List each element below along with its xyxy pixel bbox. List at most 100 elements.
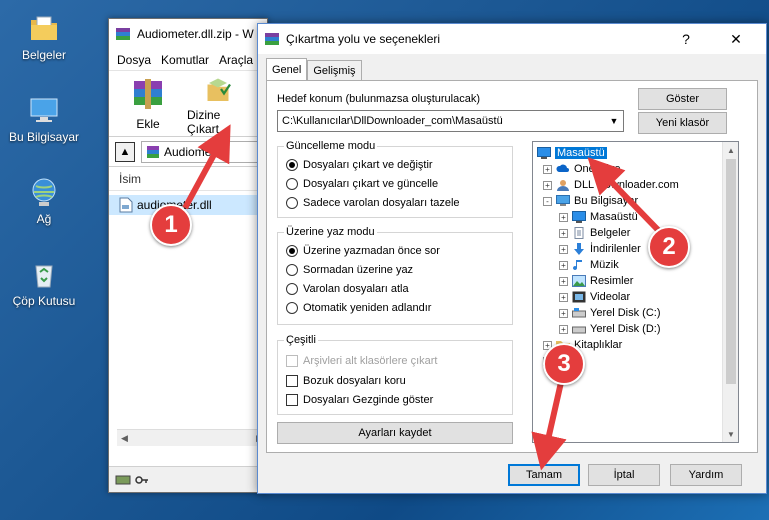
tree-node-music[interactable]: + Müzik [559, 257, 619, 273]
tree-node-dll-downloader[interactable]: + DLL Downloader.com [543, 177, 679, 193]
destination-path-combobox[interactable]: C:\Kullanıcılar\DllDownloader_com\Masaüs… [277, 110, 624, 132]
tree-node-label: Belgeler [590, 227, 631, 239]
key-status-icon [135, 475, 148, 484]
new-folder-button[interactable]: Yeni klasör [638, 112, 727, 134]
extract-to-icon [207, 78, 231, 101]
collapse-icon[interactable]: - [543, 196, 552, 206]
expand-icon[interactable]: + [559, 228, 568, 238]
help-title-button[interactable]: ? [666, 24, 706, 54]
tree-node-local-disk-c[interactable]: + Yerel Disk (C:) [559, 305, 661, 321]
videos-icon [572, 291, 586, 303]
tree-node-desktop[interactable]: + Masaüstü [559, 209, 638, 225]
radio-button[interactable] [286, 178, 298, 190]
step-marker-2: 2 [648, 226, 690, 268]
tree-node-onedrive[interactable]: + OneDrive [543, 161, 620, 177]
radio-freshen-existing[interactable]: Sadece varolan dosyaları tazele [286, 197, 460, 209]
checkbox-keep-broken-files[interactable]: Bozuk dosyaları koru [286, 375, 406, 387]
checkbox[interactable] [286, 394, 298, 406]
expand-icon[interactable]: + [559, 292, 568, 302]
dialog-title: Çıkartma yolu ve seçenekleri [286, 32, 441, 46]
radio-button[interactable] [286, 283, 298, 295]
documents-folder-icon [31, 16, 57, 40]
expand-icon[interactable]: + [559, 276, 568, 286]
radio-button[interactable] [286, 302, 298, 314]
help-icon: ? [682, 31, 690, 47]
expand-icon[interactable]: + [559, 260, 568, 270]
save-settings-button[interactable]: Ayarları kaydet [277, 422, 513, 444]
scroll-up-icon[interactable]: ▲ [723, 142, 738, 158]
up-arrow-icon: ▲ [119, 145, 131, 158]
new-folder-button-label: Yeni klasör [655, 117, 710, 129]
desktop-icon-this-pc[interactable]: Bu Bilgisayar [4, 94, 84, 144]
add-button[interactable]: Ekle [117, 77, 179, 136]
menu-item-commands[interactable]: Komutlar [161, 53, 209, 67]
menu-item-tools[interactable]: Araçla [219, 53, 253, 67]
folder-tree[interactable]: Masaüstü + OneDrive + DLL Downloader.com… [532, 141, 739, 443]
column-header-name[interactable]: İsim [109, 167, 267, 191]
tree-node-this-pc[interactable]: - Bu Bilgisayar [543, 193, 638, 209]
radio-rename-automatically[interactable]: Otomatik yeniden adlandır [286, 302, 431, 314]
step-marker-number: 3 [557, 350, 571, 377]
desktop-icon [537, 147, 551, 159]
option-label: Dosyaları Gezginde göster [303, 394, 434, 406]
tree-node-documents[interactable]: + Belgeler [559, 225, 630, 241]
scroll-down-icon[interactable]: ▼ [723, 426, 738, 442]
cancel-button[interactable]: İptal [588, 464, 660, 486]
expand-icon[interactable]: + [543, 164, 552, 174]
pictures-icon [572, 275, 586, 287]
desktop-icon-documents[interactable]: Belgeler [4, 12, 84, 62]
checkbox-show-in-explorer[interactable]: Dosyaları Gezginde göster [286, 394, 433, 406]
expand-icon[interactable]: + [559, 324, 568, 334]
help-button-label: Yardım [688, 469, 724, 481]
winrar-titlebar[interactable]: Audiometer.dll.zip - W [109, 19, 267, 49]
help-button[interactable]: Yardım [670, 464, 742, 486]
tab-advanced[interactable]: Gelişmiş [307, 60, 362, 80]
radio-skip-existing[interactable]: Varolan dosyaları atla [286, 283, 409, 295]
up-folder-button[interactable]: ▲ [115, 141, 135, 162]
tree-node-pictures[interactable]: + Resimler [559, 273, 633, 289]
expand-icon[interactable]: + [559, 212, 568, 222]
step-marker-number: 1 [164, 211, 178, 238]
radio-button-selected[interactable] [286, 159, 298, 171]
desktop-icon-recycle-bin[interactable]: Çöp Kutusu [4, 258, 84, 308]
radio-button[interactable] [286, 197, 298, 209]
scroll-thumb[interactable] [726, 159, 736, 384]
menu-item-file[interactable]: Dosya [117, 53, 151, 67]
extract-to-button[interactable]: Dizine Çıkart [187, 77, 249, 136]
expand-icon[interactable]: + [543, 180, 552, 190]
expand-icon[interactable]: + [559, 308, 568, 318]
desktop-icon-network[interactable]: Ağ [4, 176, 84, 226]
checkbox-disabled [286, 355, 298, 367]
scroll-left-icon: ◀ [121, 432, 128, 443]
tab-general[interactable]: Genel [266, 58, 308, 80]
path-text: Audiometer [164, 144, 226, 159]
onedrive-icon [556, 164, 569, 172]
expand-icon[interactable]: + [559, 244, 568, 254]
path-combobox[interactable]: Audiometer [141, 140, 261, 163]
tree-node-videos[interactable]: + Videolar [559, 289, 630, 305]
drive-icon [572, 308, 586, 318]
tree-node-local-disk-d[interactable]: + Yerel Disk (D:) [559, 321, 661, 337]
tree-node-desktop-root[interactable]: Masaüstü [537, 145, 607, 161]
horizontal-scrollbar[interactable]: ◀ ▶ [117, 429, 267, 446]
close-button[interactable]: ✕ [716, 24, 756, 54]
tree-vertical-scrollbar[interactable]: ▲ ▼ [722, 142, 738, 442]
desktop-icon-label: Belgeler [21, 48, 67, 62]
network-icon [32, 178, 56, 206]
winrar-app-icon [116, 28, 130, 40]
radio-extract-replace[interactable]: Dosyaları çıkart ve değiştir [286, 159, 433, 171]
close-icon: ✕ [730, 30, 742, 47]
ok-button[interactable]: Tamam [508, 464, 580, 486]
tree-node-downloads[interactable]: + İndirilenler [559, 241, 641, 257]
show-button[interactable]: Göster [638, 88, 727, 110]
tree-node-label: Yerel Disk (D:) [590, 323, 661, 335]
checkbox[interactable] [286, 375, 298, 387]
radio-button-selected[interactable] [286, 245, 298, 257]
radio-extract-update[interactable]: Dosyaları çıkart ve güncelle [286, 178, 438, 190]
chevron-down-icon[interactable]: ▼ [605, 111, 623, 131]
radio-overwrite-without-prompt[interactable]: Sormadan üzerine yaz [286, 264, 413, 276]
winrar-title: Audiometer.dll.zip - W [137, 27, 254, 41]
dialog-titlebar[interactable]: Çıkartma yolu ve seçenekleri ? ✕ [258, 24, 766, 54]
radio-button[interactable] [286, 264, 298, 276]
radio-ask-before-overwrite[interactable]: Üzerine yazmadan önce sor [286, 245, 440, 257]
